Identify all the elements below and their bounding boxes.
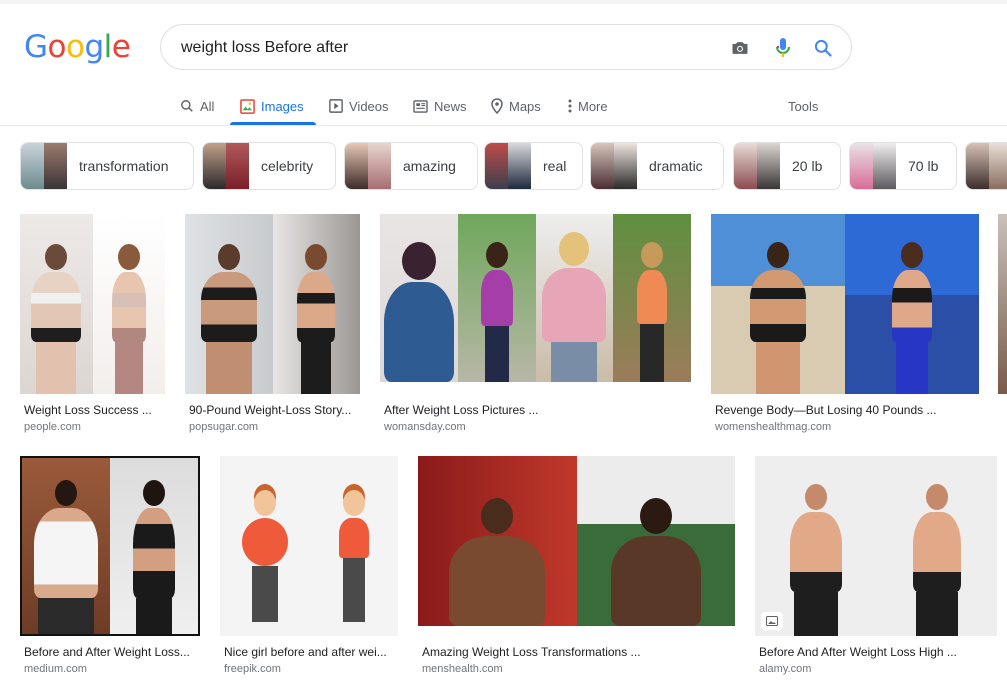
microphone-icon[interactable] [771, 36, 795, 60]
tab-label: Videos [349, 98, 389, 114]
chip-thumbnail [345, 143, 391, 189]
chip-label: 70 lb [908, 158, 939, 174]
chip-20-lb[interactable]: 20 lb [733, 142, 841, 190]
top-border [0, 0, 1007, 4]
chip-thumbnail [734, 143, 780, 189]
image-result[interactable]: Before And After Weight Loss High ... al… [755, 456, 998, 680]
chip-label: dramatic [649, 158, 703, 174]
result-caption: Revenge Body—But Losing 40 Pounds ... [715, 403, 937, 417]
result-caption: Before And After Weight Loss High ... [759, 645, 957, 659]
result-thumbnail [755, 456, 997, 636]
map-pin-icon [491, 98, 503, 114]
related-chips: transformation celebrity amazing real dr… [20, 142, 1007, 190]
tab-news[interactable]: News [413, 86, 467, 126]
search-icon[interactable] [811, 36, 835, 60]
chip-label: real [543, 158, 567, 174]
logo-letter: l [103, 29, 113, 65]
chip-thumbnail [485, 143, 531, 189]
image-result[interactable]: After Weight Loss Pictures ... womansday… [380, 214, 692, 438]
chip-thumbnail [21, 143, 67, 189]
chip-amazing[interactable]: amazing [344, 142, 478, 190]
chip-thumbnail [591, 143, 637, 189]
result-thumbnail [20, 214, 165, 394]
image-badge-icon [761, 612, 783, 630]
result-source: people.com [24, 421, 81, 433]
chip-label: transformation [79, 158, 169, 174]
chip-70-lb[interactable]: 70 lb [849, 142, 957, 190]
logo-letter: G [24, 29, 48, 65]
header-divider [0, 125, 1007, 126]
logo-letter: e [111, 29, 131, 65]
chip-partial[interactable] [965, 142, 1007, 190]
result-caption: After Weight Loss Pictures ... [384, 403, 539, 417]
result-thumbnail [185, 214, 360, 394]
search-tabs: All Images Videos News Maps More Tools [0, 86, 1007, 126]
chip-dramatic[interactable]: dramatic [590, 142, 724, 190]
chip-label: amazing [403, 158, 456, 174]
result-caption: Before and After Weight Loss... [24, 645, 190, 659]
image-result[interactable]: Weight Loss Success ... people.com [20, 214, 166, 438]
image-result[interactable]: Nice girl before and after wei... freepi… [220, 456, 399, 680]
result-source: alamy.com [759, 663, 812, 675]
tab-label: Images [261, 98, 304, 114]
logo-letter: o [47, 29, 67, 65]
news-icon [413, 99, 428, 113]
search-icon [181, 100, 193, 112]
more-vert-icon [568, 99, 572, 113]
image-result[interactable]: Before and After Weight Loss... medium.c… [20, 456, 201, 680]
image-result[interactable]: 90-Pound Weight-Loss Story... popsugar.c… [185, 214, 361, 438]
chip-thumbnail [850, 143, 896, 189]
chip-real[interactable]: real [484, 142, 583, 190]
result-thumbnail [711, 214, 979, 394]
result-caption: Nice girl before and after wei... [224, 645, 387, 659]
image-result[interactable]: Amazing Weight Loss Transformations ... … [418, 456, 736, 680]
result-caption: Amazing Weight Loss Transformations ... [422, 645, 641, 659]
camera-icon[interactable] [728, 36, 752, 60]
chip-celebrity[interactable]: celebrity [202, 142, 336, 190]
result-source: popsugar.com [189, 421, 259, 433]
tab-images[interactable]: Images [240, 86, 304, 126]
video-icon [329, 99, 343, 113]
chip-thumbnail [966, 143, 1007, 189]
chip-label: 20 lb [792, 158, 823, 174]
chip-transformation[interactable]: transformation [20, 142, 194, 190]
result-source: medium.com [24, 663, 87, 675]
search-box [160, 24, 852, 70]
logo-letter: o [66, 29, 85, 65]
result-source: womansday.com [384, 421, 466, 433]
tab-label: Maps [509, 98, 541, 114]
chip-thumbnail [203, 143, 249, 189]
result-source: womenshealthmag.com [715, 421, 832, 433]
tab-label: News [434, 98, 467, 114]
logo-letter: g [84, 29, 104, 65]
tools-button[interactable]: Tools [788, 86, 818, 126]
result-thumbnail [220, 456, 398, 636]
result-thumbnail [380, 214, 691, 382]
result-caption: 90-Pound Weight-Loss Story... [189, 403, 352, 417]
image-result-partial[interactable] [998, 214, 1007, 438]
result-source: menshealth.com [422, 663, 503, 675]
result-thumbnail [418, 456, 735, 626]
result-caption: Weight Loss Success ... [24, 403, 152, 417]
search-input[interactable] [181, 37, 701, 59]
result-thumbnail [998, 214, 1007, 394]
tab-label: More [578, 98, 608, 114]
image-result[interactable]: Revenge Body—But Losing 40 Pounds ... wo… [711, 214, 980, 438]
tab-videos[interactable]: Videos [329, 86, 389, 126]
tab-maps[interactable]: Maps [491, 86, 541, 126]
result-source: freepik.com [224, 663, 281, 675]
image-icon [240, 98, 255, 114]
tab-all[interactable]: All [180, 86, 214, 126]
tab-more[interactable]: More [568, 86, 608, 126]
google-logo[interactable]: Google [24, 29, 131, 65]
chip-label: celebrity [261, 158, 314, 174]
result-thumbnail [20, 456, 200, 636]
tab-label: All [200, 98, 215, 114]
